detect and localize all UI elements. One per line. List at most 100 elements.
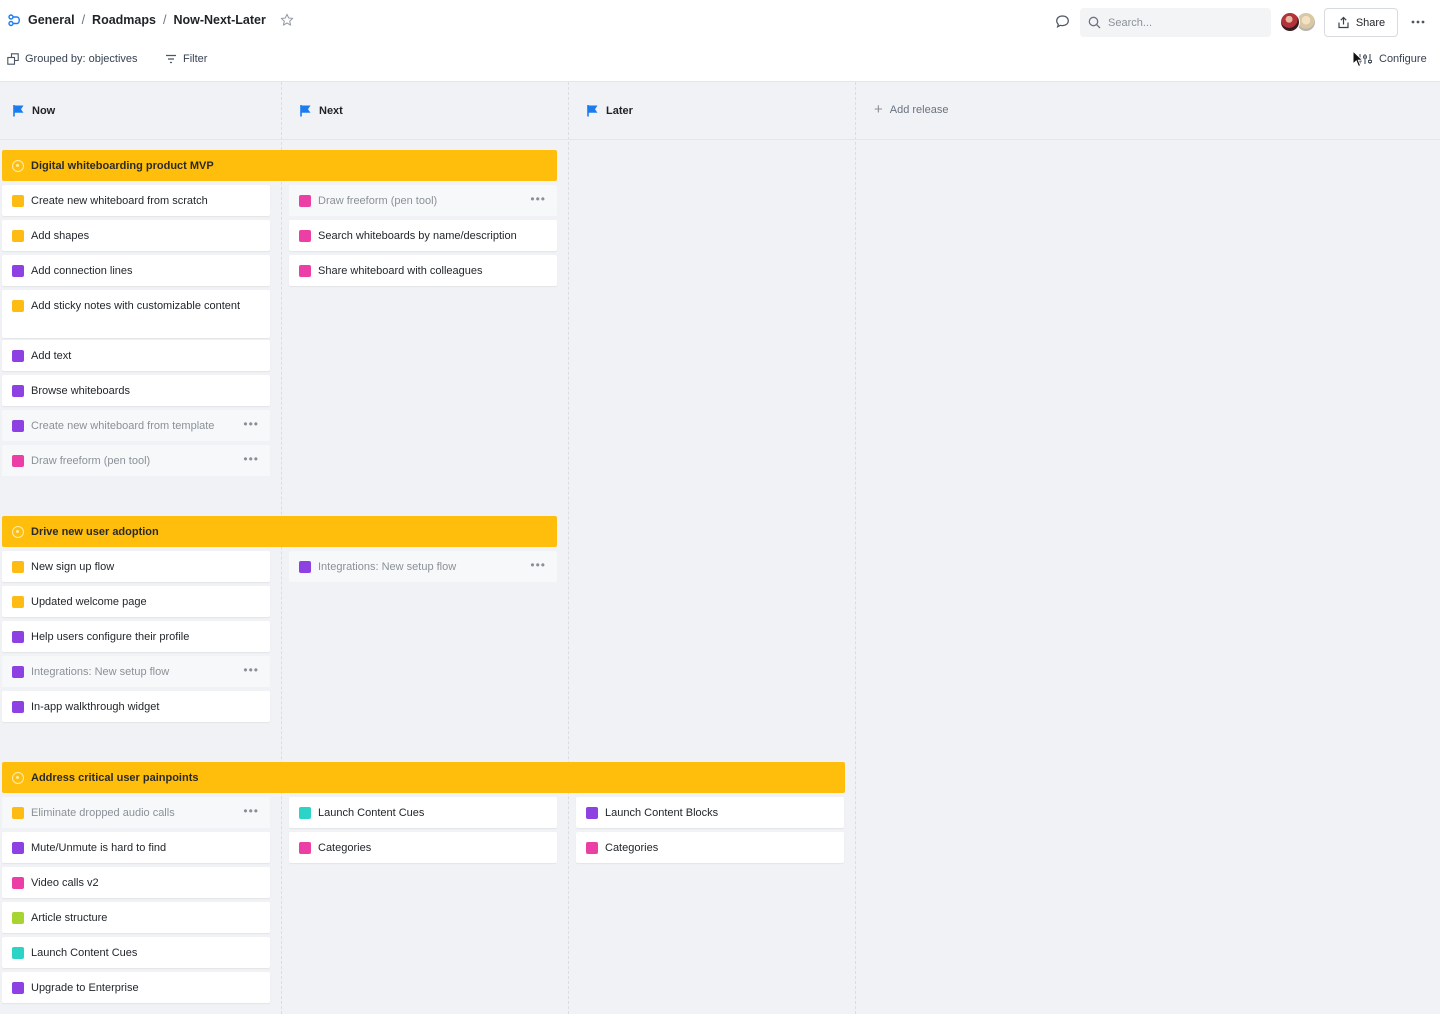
filter-icon (166, 54, 176, 64)
objective-row[interactable]: Drive new user adoption (2, 516, 557, 547)
feature-card[interactable]: Add shapes (2, 220, 270, 251)
search-input[interactable] (1108, 16, 1258, 29)
status-square-icon (12, 666, 24, 678)
card-more-icon[interactable]: ••• (243, 663, 259, 677)
search-box[interactable] (1080, 8, 1271, 37)
feature-card[interactable]: Categories (576, 832, 844, 863)
feature-card-label: Add text (31, 350, 72, 362)
feature-card[interactable]: Article structure (2, 902, 270, 933)
column-divider (568, 82, 569, 1014)
feature-card-label: Help users configure their profile (31, 631, 190, 643)
status-square-icon (12, 596, 24, 608)
column-header-now[interactable]: Now (12, 104, 55, 117)
flag-icon (300, 105, 311, 117)
feature-card[interactable]: Help users configure their profile (2, 621, 270, 652)
group-by-button[interactable]: Grouped by: objectives (7, 53, 138, 65)
objective-row[interactable]: Digital whiteboarding product MVP (2, 150, 557, 181)
feature-card-label: In-app walkthrough widget (31, 701, 160, 713)
breadcrumb-separator: / (162, 13, 167, 27)
feature-card-dimmed[interactable]: Draw freeform (pen tool) ••• (2, 445, 270, 476)
feature-card-label: Draw freeform (pen tool) (31, 455, 151, 467)
feature-card-label: Integrations: New setup flow (318, 561, 457, 573)
feature-card-label: Search whiteboards by name/description (318, 230, 517, 242)
group-by-label: Grouped by: objectives (25, 53, 138, 65)
feature-card[interactable]: Video calls v2 (2, 867, 270, 898)
feature-card-label: Eliminate dropped audio calls (31, 807, 175, 819)
feature-card-label: Launch Content Cues (318, 807, 425, 819)
comment-icon[interactable] (1055, 14, 1070, 29)
feature-card-label: Article structure (31, 912, 108, 924)
feature-card-label: Add sticky notes with customizable conte… (31, 300, 241, 312)
feature-card-dimmed[interactable]: Integrations: New setup flow ••• (289, 551, 557, 582)
feature-card-label: Create new whiteboard from template (31, 420, 215, 432)
add-release-label: Add release (889, 104, 949, 116)
more-options-button[interactable] (1408, 14, 1428, 30)
feature-card[interactable]: Upgrade to Enterprise (2, 972, 270, 1003)
status-square-icon (12, 230, 24, 242)
objective-title: Drive new user adoption (31, 525, 159, 538)
feature-card[interactable]: Launch Content Blocks (576, 797, 844, 828)
avatar[interactable] (1280, 12, 1300, 32)
card-more-icon[interactable]: ••• (243, 804, 259, 818)
status-square-icon (12, 300, 24, 312)
feature-card-dimmed[interactable]: Integrations: New setup flow ••• (2, 656, 270, 687)
feature-card-label: Create new whiteboard from scratch (31, 195, 208, 207)
objective-icon (12, 771, 24, 784)
column-title: Later (606, 104, 633, 117)
status-square-icon (299, 265, 311, 277)
filter-label: Filter (183, 53, 208, 65)
card-more-icon[interactable]: ••• (530, 558, 546, 572)
release-header-row: Now Next Later + Add release (0, 82, 1440, 140)
add-release-button[interactable]: + Add release (874, 102, 949, 117)
feature-card-label: Categories (318, 842, 372, 854)
feature-card[interactable]: Categories (289, 832, 557, 863)
column-divider (281, 82, 282, 1014)
share-button[interactable]: Share (1324, 8, 1398, 37)
column-divider (855, 82, 856, 1014)
status-square-icon (12, 561, 24, 573)
column-title: Next (319, 104, 343, 117)
feature-card[interactable]: Search whiteboards by name/description (289, 220, 557, 251)
configure-button[interactable]: Configure (1357, 53, 1427, 65)
feature-card-label: Integrations: New setup flow (31, 666, 170, 678)
feature-card-dimmed[interactable]: Eliminate dropped audio calls ••• (2, 797, 270, 828)
status-square-icon (12, 265, 24, 277)
feature-card[interactable]: Add text (2, 340, 270, 371)
card-more-icon[interactable]: ••• (243, 417, 259, 431)
feature-card[interactable]: New sign up flow (2, 551, 270, 582)
card-more-icon[interactable]: ••• (530, 192, 546, 206)
share-icon (1338, 16, 1349, 29)
feature-card[interactable]: Create new whiteboard from scratch (2, 185, 270, 216)
objective-icon (12, 159, 24, 172)
feature-card[interactable]: Launch Content Cues (2, 937, 270, 968)
status-square-icon (12, 877, 24, 889)
feature-card-label: Share whiteboard with colleagues (318, 265, 483, 277)
card-more-icon[interactable]: ••• (243, 452, 259, 466)
column-title: Now (32, 104, 56, 117)
feature-card[interactable]: Add sticky notes with customizable conte… (2, 290, 270, 338)
column-header-later[interactable]: Later (586, 104, 633, 117)
status-square-icon (12, 807, 24, 819)
feature-card[interactable]: Updated welcome page (2, 586, 270, 617)
search-icon (1088, 16, 1101, 29)
breadcrumb-general[interactable]: General (28, 13, 75, 27)
feature-card[interactable]: Share whiteboard with colleagues (289, 255, 557, 286)
breadcrumb-roadmaps[interactable]: Roadmaps (92, 13, 156, 27)
filter-button[interactable]: Filter (165, 53, 207, 65)
feature-card-label: Draw freeform (pen tool) (318, 195, 438, 207)
objective-row[interactable]: Address critical user painpoints (2, 762, 845, 793)
breadcrumb: General / Roadmaps / Now-Next-Later (8, 13, 294, 27)
feature-card-label: New sign up flow (31, 561, 115, 573)
feature-card[interactable]: Add connection lines (2, 255, 270, 286)
status-square-icon (12, 195, 24, 207)
flag-icon (587, 105, 598, 117)
feature-card-dimmed[interactable]: Draw freeform (pen tool) ••• (289, 185, 557, 216)
feature-card[interactable]: Browse whiteboards (2, 375, 270, 406)
feature-card[interactable]: Launch Content Cues (289, 797, 557, 828)
feature-card-dimmed[interactable]: Create new whiteboard from template ••• (2, 410, 270, 441)
feature-card-label: Add connection lines (31, 265, 133, 277)
feature-card[interactable]: Mute/Unmute is hard to find (2, 832, 270, 863)
feature-card[interactable]: In-app walkthrough widget (2, 691, 270, 722)
column-header-next[interactable]: Next (299, 104, 343, 117)
star-icon[interactable] (280, 13, 294, 27)
